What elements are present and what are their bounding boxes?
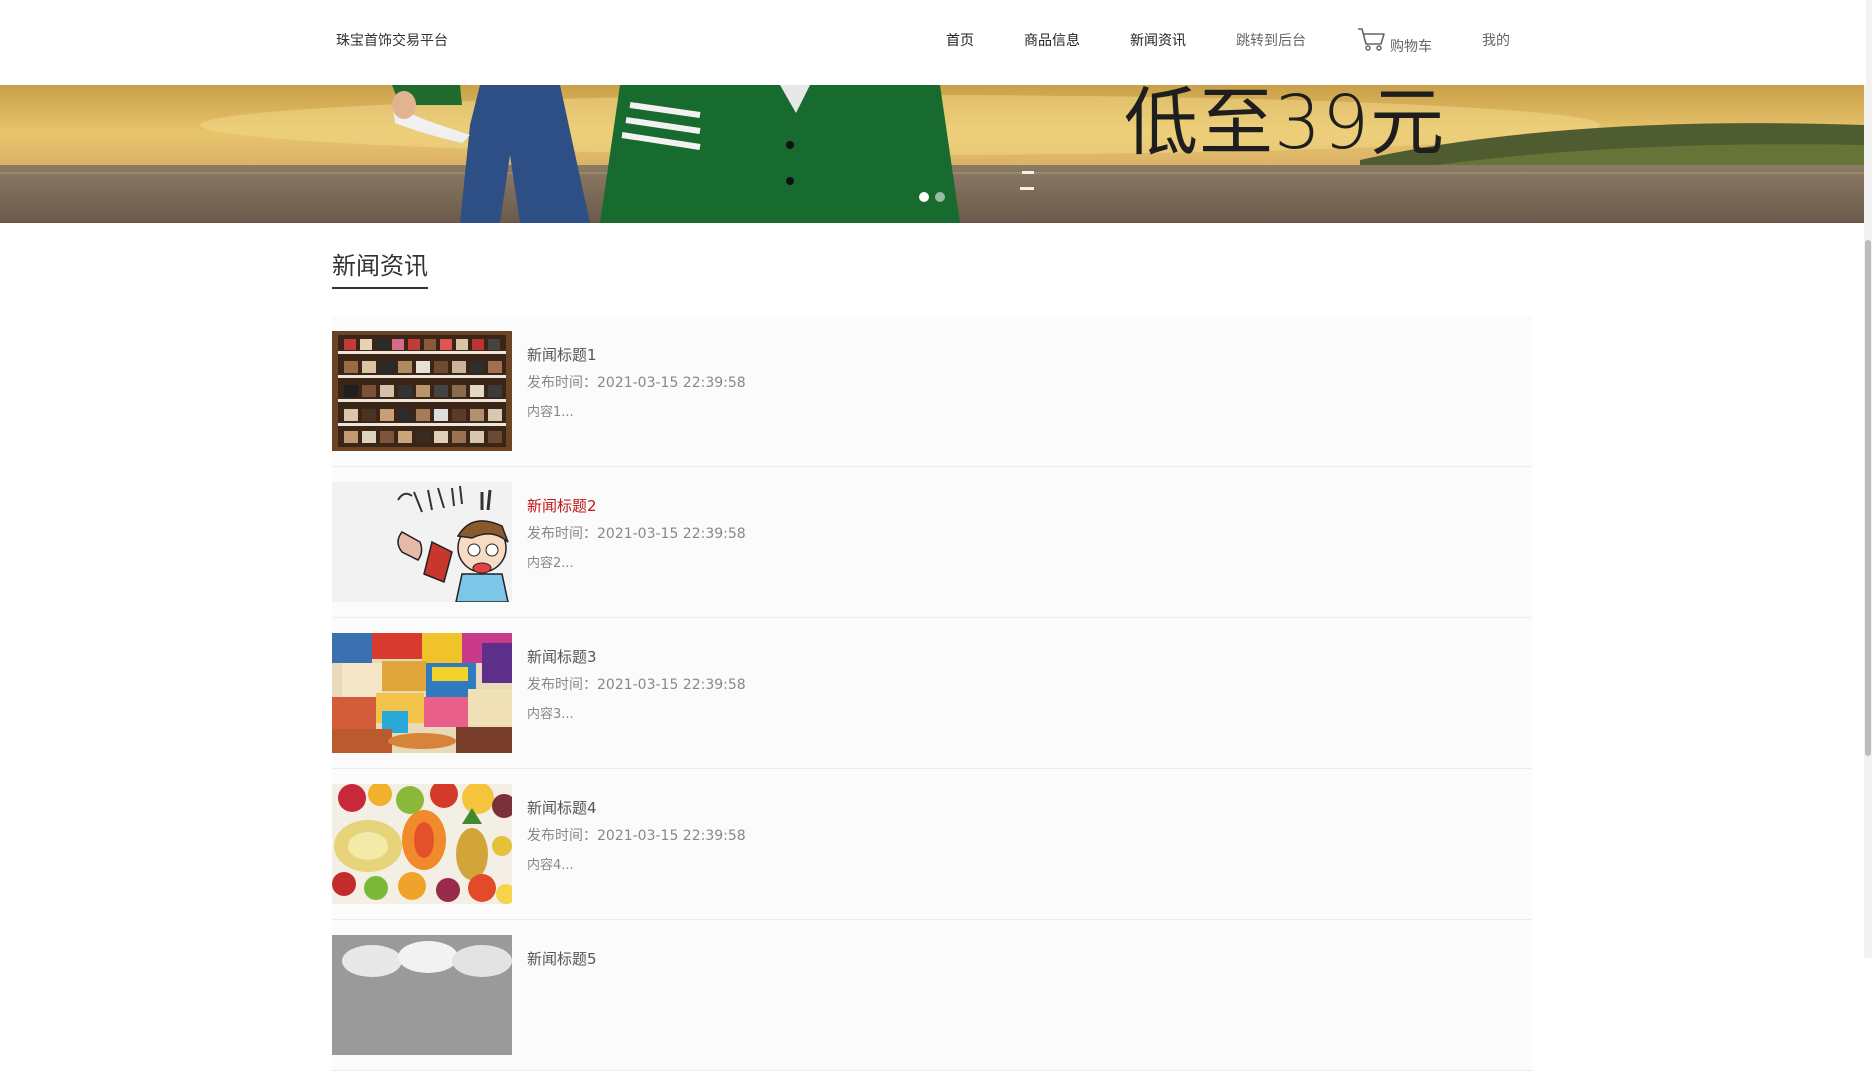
news-date: 发布时间：2021-03-15 22:39:58 (527, 828, 746, 844)
news-date: 发布时间：2021-03-15 22:39:58 (527, 677, 746, 693)
news-item[interactable]: 新闻标题3 发布时间：2021-03-15 22:39:58 内容3... (332, 618, 1532, 769)
news-content: 内容4... (527, 858, 574, 873)
news-content: 内容2... (527, 556, 574, 571)
news-title[interactable]: 新闻标题4 (527, 797, 597, 818)
nav-mine[interactable]: 我的 (1482, 30, 1510, 50)
nav-products[interactable]: 商品信息 (1024, 30, 1080, 50)
news-date: 发布时间：2021-03-15 22:39:58 (527, 375, 746, 391)
main-nav: 首页 商品信息 新闻资讯 跳转到后台 我的 (0, 30, 1866, 54)
news-title[interactable]: 新闻标题5 (527, 948, 597, 969)
scrollbar-thumb[interactable] (1865, 240, 1871, 756)
news-item[interactable]: 新闻标题2 发布时间：2021-03-15 22:39:58 内容2... (332, 467, 1532, 618)
carousel-dot-2[interactable] (935, 192, 945, 202)
section-title: 新闻资讯 (332, 252, 428, 280)
news-thumb-cartoon[interactable] (332, 482, 512, 602)
news-item[interactable]: 新闻标题5 (332, 920, 1532, 1071)
news-title[interactable]: 新闻标题2 (527, 495, 597, 516)
news-content: 内容3... (527, 707, 574, 722)
news-content: 内容1... (527, 405, 574, 420)
news-thumb-shoe-shelf[interactable] (332, 331, 512, 451)
news-thumb-pillows[interactable] (332, 935, 512, 1055)
banner-promo-text: 低至39元 (1124, 85, 1446, 166)
banner-image (0, 85, 1864, 223)
carousel-dot-1[interactable] (919, 192, 929, 202)
news-title[interactable]: 新闻标题3 (527, 646, 597, 667)
cart-label: 购物车 (1390, 39, 1432, 55)
news-title[interactable]: 新闻标题1 (527, 344, 597, 365)
news-item[interactable]: 新闻标题4 发布时间：2021-03-15 22:39:58 内容4... (332, 769, 1532, 920)
news-thumb-snacks[interactable] (332, 633, 512, 753)
cart-icon (1358, 28, 1385, 51)
nav-backend[interactable]: 跳转到后台 (1236, 30, 1306, 50)
news-date: 发布时间：2021-03-15 22:39:58 (527, 526, 746, 542)
news-thumb-fruits[interactable] (332, 784, 512, 904)
promo-banner[interactable]: 低至39元 (0, 85, 1864, 223)
nav-home[interactable]: 首页 (946, 30, 974, 50)
section-underline (332, 287, 428, 289)
news-item[interactable]: 新闻标题1 发布时间：2021-03-15 22:39:58 内容1... (332, 316, 1532, 467)
nav-news[interactable]: 新闻资讯 (1130, 30, 1186, 50)
site-header: 珠宝首饰交易平台 首页 商品信息 新闻资讯 跳转到后台 我的 购物车 (0, 0, 1866, 85)
